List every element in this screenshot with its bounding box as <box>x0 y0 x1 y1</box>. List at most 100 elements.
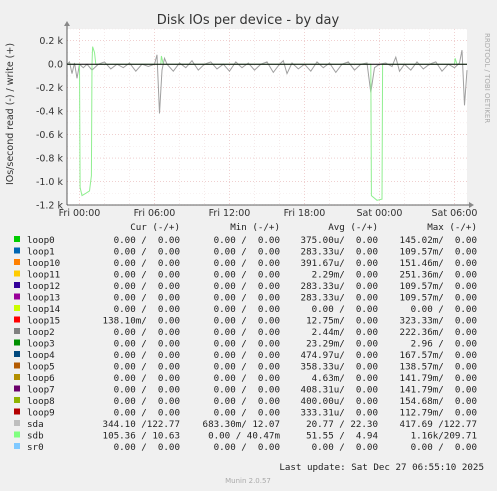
legend-avg: 2.29m/ 0.00 <box>312 270 378 281</box>
legend-max: 109.57m/ 0.00 <box>400 247 477 258</box>
legend-name: loop3 <box>27 339 55 350</box>
legend-swatch-loop6 <box>14 374 20 380</box>
legend-avg: 51.55 / 4.94 <box>306 431 378 442</box>
legend-cur: 0.00 / 0.00 <box>114 350 180 361</box>
legend-max: 141.79m/ 0.00 <box>400 385 477 396</box>
y-tick-label: 0.0 <box>48 60 63 71</box>
legend-name: loop12 <box>27 281 60 292</box>
legend-header-max: Max (-/+) <box>427 222 477 233</box>
legend-name: loop15 <box>27 316 60 327</box>
legend-cur: 0.00 / 0.00 <box>114 247 180 258</box>
legend-min: 0.00 / 0.00 <box>214 327 280 338</box>
legend-swatch-sdb <box>14 431 20 438</box>
munin-version: Munin 2.0.57 <box>225 477 271 485</box>
x-tick-label: Sat 00:00 <box>357 208 403 219</box>
legend-swatch-sda <box>14 420 20 426</box>
legend-min: 0.00 / 0.00 <box>214 385 280 396</box>
legend-avg: 20.77 / 22.30 <box>306 419 378 430</box>
legend-name: loop1 <box>27 247 55 258</box>
legend-cur: 0.00 / 0.00 <box>114 235 180 246</box>
x-tick-label: Fri 18:00 <box>284 208 326 219</box>
legend-avg: 333.31u/ 0.00 <box>301 408 378 419</box>
legend-avg: 391.67u/ 0.00 <box>301 258 378 269</box>
legend-min: 0.00 / 0.00 <box>214 270 280 281</box>
legend-name: loop11 <box>27 270 60 281</box>
y-tick-label: -1.0 k <box>36 177 64 188</box>
legend-avg: 408.31u/ 0.00 <box>301 385 378 396</box>
legend-cur: 0.00 / 0.00 <box>114 281 180 292</box>
legend-header-avg: Avg (-/+) <box>328 222 378 233</box>
rrdtool-credit: RRDTOOL / TOBI OETIKER <box>483 33 491 123</box>
legend-max: 138.57m/ 0.00 <box>400 362 477 373</box>
legend-avg: 358.33u/ 0.00 <box>301 362 378 373</box>
legend-avg: 375.00u/ 0.00 <box>301 235 378 246</box>
legend-name: loop10 <box>27 258 60 269</box>
legend-max: 112.79m/ 0.00 <box>400 408 477 419</box>
legend-swatch-loop1 <box>14 247 20 254</box>
y-tick-label: -0.4 k <box>36 107 64 118</box>
legend-swatch-sr0 <box>14 443 20 449</box>
legend-avg: 283.33u/ 0.00 <box>301 281 378 292</box>
legend-name: loop13 <box>27 293 60 304</box>
legend-swatch-loop12 <box>14 282 20 288</box>
legend-cur: 105.36 / 10.63 <box>103 431 180 442</box>
legend-swatch-loop15 <box>14 316 20 323</box>
legend-swatch-loop11 <box>14 270 20 277</box>
legend-max: 151.46m/ 0.00 <box>400 258 477 269</box>
legend-cur: 0.00 / 0.00 <box>114 362 180 373</box>
legend-avg: 283.33u/ 0.00 <box>301 247 378 258</box>
legend-min: 0.00 / 0.00 <box>214 373 280 384</box>
legend-avg: 4.63m/ 0.00 <box>312 373 378 384</box>
legend-max: 417.69 /122.77 <box>400 419 477 430</box>
legend-name: sda <box>27 419 44 430</box>
legend-avg: 2.44m/ 0.00 <box>312 327 378 338</box>
legend-name: loop6 <box>27 373 55 384</box>
legend-max: 0.00 / 0.00 <box>411 442 477 453</box>
y-tick-label: -0.8 k <box>36 154 64 165</box>
legend-min: 0.00 / 0.00 <box>214 339 280 350</box>
legend-min: 0.00 / 0.00 <box>214 396 280 407</box>
x-tick-label: Fri 00:00 <box>59 208 101 219</box>
legend-swatch-loop2 <box>14 328 20 334</box>
plot-area <box>67 29 467 205</box>
y-axis-label: IOs/second read (-) / write (+) <box>5 43 16 185</box>
legend-min: 0.00 / 0.00 <box>214 235 280 246</box>
legend-avg: 23.29m/ 0.00 <box>306 339 378 350</box>
legend-swatch-loop7 <box>14 385 20 392</box>
legend-avg: 474.97u/ 0.00 <box>301 350 378 361</box>
legend-avg: 12.75m/ 0.00 <box>306 316 378 327</box>
legend-max: 0.00 / 0.00 <box>411 304 477 315</box>
legend-cur: 0.00 / 0.00 <box>114 408 180 419</box>
legend-name: loop14 <box>27 304 61 315</box>
legend-name: loop5 <box>27 362 55 373</box>
legend-swatch-loop0 <box>14 236 20 242</box>
legend-min: 0.00 / 0.00 <box>214 247 280 258</box>
disk-io-chart: Disk IOs per device - by day RRDTOOL / T… <box>5 13 491 485</box>
legend-cur: 0.00 / 0.00 <box>114 373 180 384</box>
legend-avg: 0.00 / 0.00 <box>312 442 378 453</box>
legend-min: 0.00 / 0.00 <box>214 293 280 304</box>
legend-min: 0.00 / 0.00 <box>214 281 280 292</box>
legend-min: 0.00 / 0.00 <box>214 362 280 373</box>
legend-swatch-loop10 <box>14 259 20 265</box>
legend-swatch-loop3 <box>14 339 20 346</box>
legend-min: 0.00 / 40.47m <box>208 431 280 442</box>
legend-avg: 400.00u/ 0.00 <box>301 396 378 407</box>
legend-max: 109.57m/ 0.00 <box>400 281 477 292</box>
legend-avg: 0.00 / 0.00 <box>312 304 378 315</box>
last-update: Last update: Sat Dec 27 06:55:10 2025 <box>279 462 484 473</box>
legend-min: 683.30m/ 12.07 <box>203 419 280 430</box>
legend-swatch-loop13 <box>14 293 20 300</box>
legend-max: 145.02m/ 0.00 <box>400 235 477 246</box>
legend-min: 0.00 / 0.00 <box>214 408 280 419</box>
legend-max: 251.36m/ 0.00 <box>400 270 477 281</box>
legend-max: 222.36m/ 0.00 <box>400 327 477 338</box>
legend-header-cur: Cur (-/+) <box>130 222 180 233</box>
legend-cur: 0.00 / 0.00 <box>114 327 180 338</box>
legend-cur: 344.10 /122.77 <box>103 419 180 430</box>
legend-name: loop2 <box>27 327 55 338</box>
legend-max: 2.96 / 0.00 <box>411 339 477 350</box>
x-tick-label: Fri 06:00 <box>134 208 176 219</box>
legend-name: loop4 <box>27 350 55 361</box>
legend-min: 0.00 / 0.00 <box>214 304 280 315</box>
